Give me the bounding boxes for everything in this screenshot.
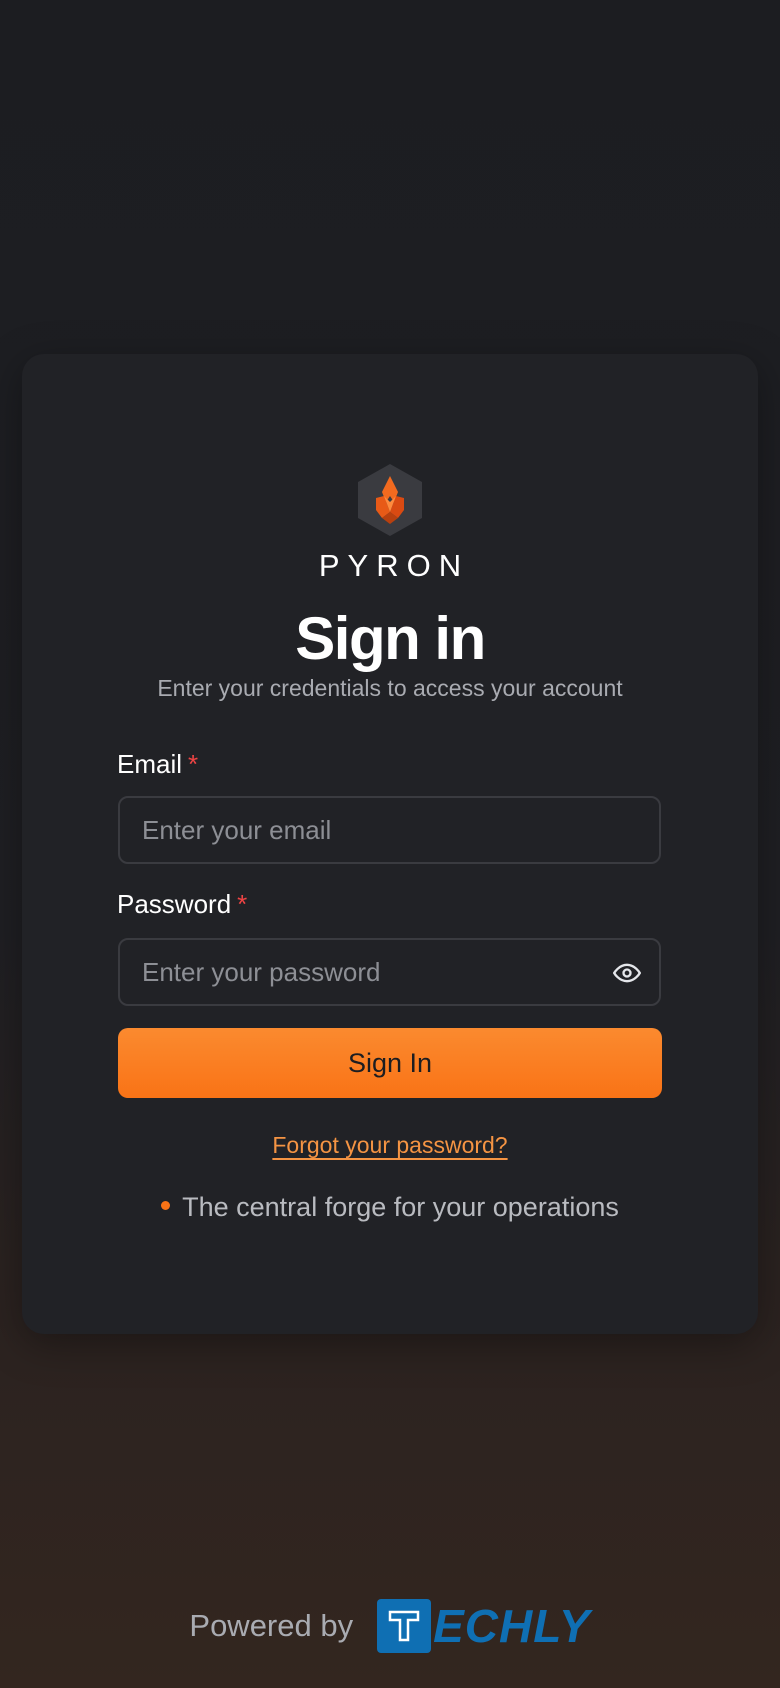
password-field[interactable]: [120, 940, 659, 1004]
techly-t-glyph-icon: [388, 1610, 420, 1642]
page-title: Sign in: [295, 605, 486, 672]
techly-t-icon: [377, 1599, 432, 1653]
tagline: The central forge for your operations: [0, 1192, 780, 1223]
eye-icon[interactable]: [613, 959, 641, 987]
email-label-text: Email: [117, 749, 183, 779]
techly-logo: ECHLY: [377, 1599, 591, 1653]
footer: Powered by ECHLY: [0, 1598, 780, 1654]
password-label-text: Password: [117, 889, 232, 919]
email-required-marker: *: [188, 749, 199, 779]
password-required-marker: *: [237, 889, 248, 919]
password-field-wrapper: [118, 938, 661, 1006]
password-label: Password *: [117, 889, 247, 920]
page-subtitle: Enter your credentials to access your ac…: [157, 675, 623, 701]
email-field[interactable]: [120, 798, 659, 862]
bullet-dot-icon: [161, 1201, 171, 1211]
techly-wordmark: ECHLY: [433, 1600, 591, 1652]
forgot-password-link[interactable]: Forgot your password?: [272, 1132, 507, 1158]
brand-name: PYRON: [318, 548, 470, 583]
email-field-wrapper: [118, 796, 661, 864]
email-label: Email *: [117, 749, 198, 780]
pyron-logo-icon: [358, 464, 422, 536]
sign-in-button[interactable]: Sign In: [118, 1028, 662, 1098]
forgot-password-container: Forgot your password?: [0, 1132, 780, 1159]
powered-by-text: Powered by: [189, 1608, 354, 1643]
tagline-text: The central forge for your operations: [182, 1192, 619, 1222]
